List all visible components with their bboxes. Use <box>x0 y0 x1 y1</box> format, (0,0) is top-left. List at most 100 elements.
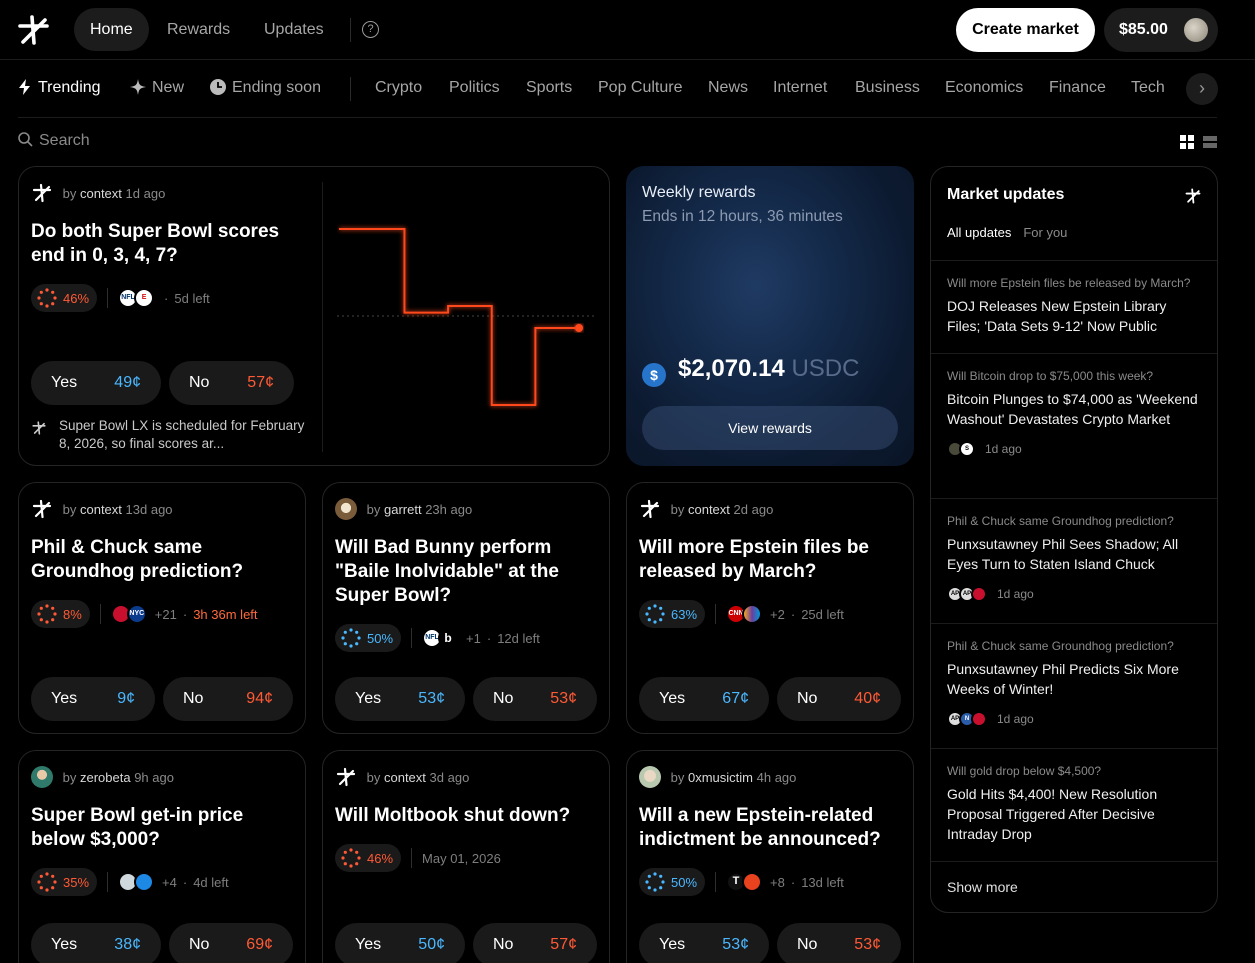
no-button[interactable]: No 94¢ <box>163 677 293 721</box>
yes-button[interactable]: Yes 53¢ <box>335 677 465 721</box>
category-crypto[interactable]: Crypto <box>375 79 422 97</box>
category-finance[interactable]: Finance <box>1049 79 1106 97</box>
rewards-amount: $ $2,070.14 USDC <box>642 355 859 387</box>
update-question: Phil & Chuck same Groundhog prediction? <box>947 514 1174 528</box>
nav-updates[interactable]: Updates <box>248 8 340 51</box>
market-title[interactable]: Will a new Epstein-related indictment be… <box>639 804 907 852</box>
yes-button[interactable]: Yes 50¢ <box>335 923 465 963</box>
category-bar: Trending New Ending soon Crypto Politics… <box>0 61 1255 118</box>
author-link[interactable]: context <box>80 186 122 201</box>
market-title[interactable]: Will Bad Bunny perform "Baile Inolvidabl… <box>335 536 603 608</box>
updates-tabs: All updates For you <box>947 225 1067 240</box>
category-pop-culture[interactable]: Pop Culture <box>598 79 683 97</box>
byline: by context 2d ago <box>639 498 773 520</box>
nav-rewards[interactable]: Rewards <box>151 8 246 51</box>
probability-badge: 35% <box>31 868 98 896</box>
category-internet[interactable]: Internet <box>773 79 827 97</box>
tab-for-you[interactable]: For you <box>1023 225 1067 240</box>
update-question: Will more Epstein files be released by M… <box>947 276 1191 290</box>
market-note: Super Bowl LX is scheduled for February … <box>31 417 311 453</box>
market-title[interactable]: Will Moltbook shut down? <box>335 804 603 828</box>
byline: by context 13d ago <box>31 498 173 520</box>
category-politics[interactable]: Politics <box>449 79 500 97</box>
update-item[interactable]: Phil & Chuck same Groundhog prediction? … <box>931 623 1217 748</box>
divider <box>931 861 1217 862</box>
market-card[interactable]: by context 13d ago Phil & Chuck same Gro… <box>18 482 306 734</box>
tab-ending-soon[interactable]: Ending soon <box>210 79 321 97</box>
divider <box>350 77 351 101</box>
author-link[interactable]: context <box>80 502 122 517</box>
market-title[interactable]: Will more Epstein files be released by M… <box>639 536 899 584</box>
yes-button[interactable]: Yes 9¢ <box>31 677 155 721</box>
no-button[interactable]: No 69¢ <box>169 923 293 963</box>
source-icon <box>134 872 155 892</box>
yes-button[interactable]: Yes 53¢ <box>639 923 769 963</box>
market-card[interactable]: by zerobeta 9h ago Super Bowl get-in pri… <box>18 750 306 963</box>
tab-new[interactable]: New <box>130 79 184 97</box>
author-link[interactable]: 0xmusictim <box>688 770 753 785</box>
update-question: Will gold drop below $4,500? <box>947 764 1102 778</box>
update-item[interactable]: Will more Epstein files be released by M… <box>931 260 1217 353</box>
yes-button[interactable]: Yes 49¢ <box>31 361 161 405</box>
no-button[interactable]: No 53¢ <box>473 677 597 721</box>
yes-button[interactable]: Yes 38¢ <box>31 923 161 963</box>
market-card[interactable]: by context 1d ago Do both Super Bowl sco… <box>18 166 610 466</box>
create-market-button[interactable]: Create market <box>956 8 1095 52</box>
probability-ring-icon <box>37 288 57 308</box>
author-link[interactable]: zerobeta <box>80 770 131 785</box>
no-button[interactable]: No 53¢ <box>777 923 901 963</box>
update-item[interactable]: Phil & Chuck same Groundhog prediction? … <box>931 498 1217 623</box>
chevron-right-icon[interactable]: › <box>1186 73 1218 105</box>
market-meta: 8% NYC +21 · 3h 36m left <box>31 600 258 628</box>
update-question: Phil & Chuck same Groundhog prediction? <box>947 639 1174 653</box>
yes-button[interactable]: Yes 67¢ <box>639 677 769 721</box>
sparkle-icon <box>130 79 146 95</box>
byline: by context 3d ago <box>335 766 469 788</box>
tab-trending[interactable]: Trending <box>18 79 101 97</box>
view-rewards-button[interactable]: View rewards <box>642 406 898 450</box>
market-title[interactable]: Super Bowl get-in price below $3,000? <box>31 804 291 852</box>
show-more-link[interactable]: Show more <box>947 879 1018 895</box>
no-button[interactable]: No 57¢ <box>169 361 294 405</box>
nav-home[interactable]: Home <box>74 8 149 51</box>
bolt-icon <box>19 79 30 95</box>
market-card[interactable]: by garrett 23h ago Will Bad Bunny perfor… <box>322 482 610 734</box>
category-tech[interactable]: Tech <box>1131 79 1165 97</box>
category-news[interactable]: News <box>708 79 748 97</box>
probability-ring-icon <box>37 872 57 892</box>
author-link[interactable]: context <box>384 770 426 785</box>
update-headline: Punxsutawney Phil Sees Shadow; All Eyes … <box>947 536 1179 572</box>
probability-badge: 46% <box>335 844 402 872</box>
source-icon <box>971 711 987 727</box>
balance-button[interactable]: $85.00 <box>1104 8 1218 52</box>
no-button[interactable]: No 40¢ <box>777 677 901 721</box>
list-view-icon[interactable] <box>1203 135 1217 149</box>
author-link[interactable]: garrett <box>384 502 422 517</box>
probability-badge: 50% <box>335 624 402 652</box>
search-input[interactable]: Search <box>18 132 90 150</box>
tab-label: Trending <box>38 79 101 96</box>
category-sports[interactable]: Sports <box>526 79 572 97</box>
byline: by 0xmusictim 4h ago <box>639 766 796 788</box>
updates-title: Market updates <box>947 186 1065 203</box>
grid-view-icon[interactable] <box>1180 135 1194 149</box>
market-meta: 35% +4 · 4d left <box>31 868 229 896</box>
market-title[interactable]: Do both Super Bowl scores end in 0, 3, 4… <box>31 220 291 268</box>
no-button[interactable]: No 57¢ <box>473 923 597 963</box>
market-card[interactable]: by context 3d ago Will Moltbook shut dow… <box>322 750 610 963</box>
help-icon[interactable]: ? <box>362 21 379 38</box>
category-business[interactable]: Business <box>855 79 920 97</box>
divider <box>322 182 323 452</box>
market-meta: 46% NFL E · 5d left <box>31 284 210 312</box>
tab-all-updates[interactable]: All updates <box>947 225 1011 240</box>
source-icon <box>742 872 763 892</box>
context-logo-icon <box>336 767 356 787</box>
market-card[interactable]: by context 2d ago Will more Epstein file… <box>626 482 914 734</box>
category-economics[interactable]: Economics <box>945 79 1023 97</box>
market-title[interactable]: Phil & Chuck same Groundhog prediction? <box>31 536 291 584</box>
author-link[interactable]: context <box>688 502 730 517</box>
update-item[interactable]: Will Bitcoin drop to $75,000 this week? … <box>931 353 1217 498</box>
logo-icon[interactable] <box>16 14 50 46</box>
update-item[interactable]: Will gold drop below $4,500? Gold Hits $… <box>931 748 1217 861</box>
market-card[interactable]: by 0xmusictim 4h ago Will a new Epstein-… <box>626 750 914 963</box>
